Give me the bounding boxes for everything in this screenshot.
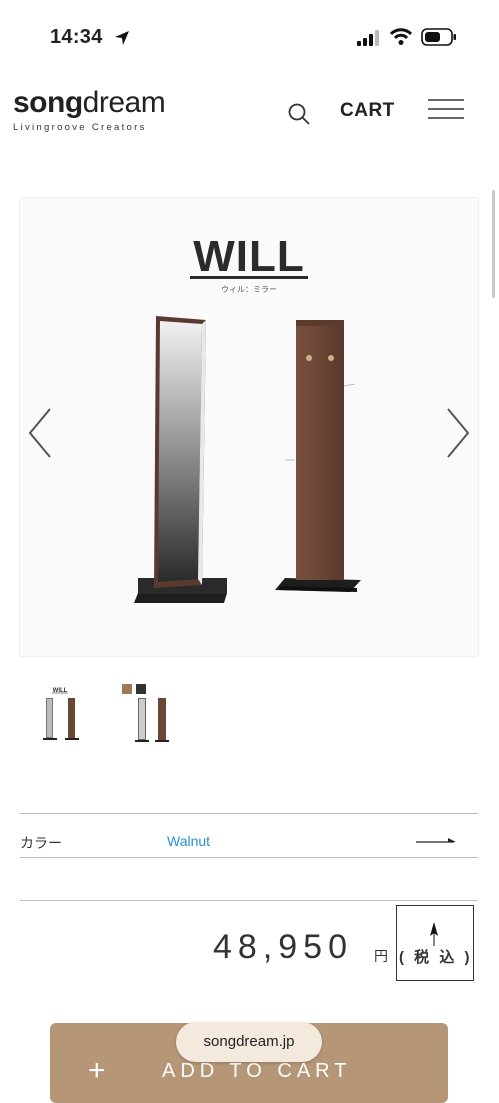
title-underline (190, 276, 308, 279)
mirror-product-image (134, 316, 227, 603)
chevron-right-icon[interactable] (444, 406, 472, 460)
logo-bold-text: song (13, 86, 83, 119)
divider (20, 857, 478, 858)
divider (20, 900, 478, 901)
browser-address-pill[interactable]: songdream.jp (176, 1022, 322, 1062)
chevron-left-icon[interactable] (26, 406, 54, 460)
tax-included-note: ( 税 込 ) (399, 949, 473, 966)
color-option-label: カラー (20, 835, 62, 851)
site-tagline: Livingroove Creators (13, 122, 147, 133)
walnut-panel-product-image (275, 320, 361, 592)
arrow-right-icon[interactable] (416, 835, 458, 847)
price-currency: 円 (374, 948, 388, 964)
thumbnail-2[interactable] (116, 680, 180, 744)
signal-icon (357, 30, 379, 46)
color-select[interactable] (20, 813, 478, 857)
add-to-cart-plus-icon: + (88, 1054, 106, 1087)
status-time: 14:34 (50, 26, 103, 48)
logo-thin-text: dream (82, 86, 166, 119)
product-image-gallery[interactable]: WILL ウィル：ミラー (20, 198, 478, 656)
product-image-subtitle: ウィル：ミラー (221, 285, 277, 294)
thumbnail-1[interactable]: WILL (28, 680, 92, 744)
cart-link[interactable]: CART (340, 100, 395, 122)
thumbnail-1-image: WILL (28, 680, 92, 744)
thumbnail-2-image (116, 680, 180, 744)
color-option-value[interactable]: Walnut (167, 833, 210, 849)
battery-icon (421, 28, 456, 46)
hamburger-menu-icon[interactable] (428, 99, 464, 121)
wifi-icon (390, 28, 412, 45)
product-price: 48,950 (213, 928, 353, 966)
site-logo[interactable]: songdream (13, 86, 166, 120)
cursor-icon (430, 922, 438, 946)
product-image-title: WILL (193, 232, 305, 281)
search-icon[interactable] (287, 102, 311, 126)
location-arrow-icon (115, 31, 129, 45)
scrollbar[interactable] (492, 190, 495, 298)
